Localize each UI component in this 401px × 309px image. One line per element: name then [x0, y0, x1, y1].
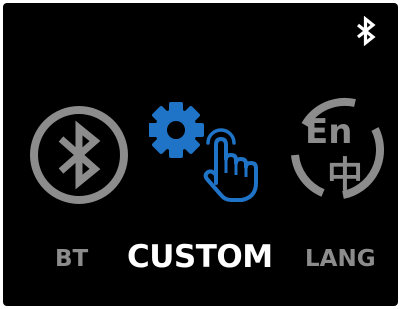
bluetooth-circle-icon: [30, 106, 128, 204]
language-icon: En 中: [291, 97, 385, 199]
menu-item-lang-label: LANG: [305, 246, 376, 272]
menu-item-custom-label: CUSTOM: [127, 239, 273, 275]
bluetooth-status-icon: [357, 16, 376, 46]
device-screen: BT CUSTOM En 中 LANG: [3, 3, 398, 306]
gear-hand-icon: [149, 102, 258, 202]
language-icon-text-en: En: [305, 112, 352, 152]
language-icon-text-zh: 中: [327, 155, 363, 196]
menu-item-bt-label: BT: [55, 246, 89, 272]
